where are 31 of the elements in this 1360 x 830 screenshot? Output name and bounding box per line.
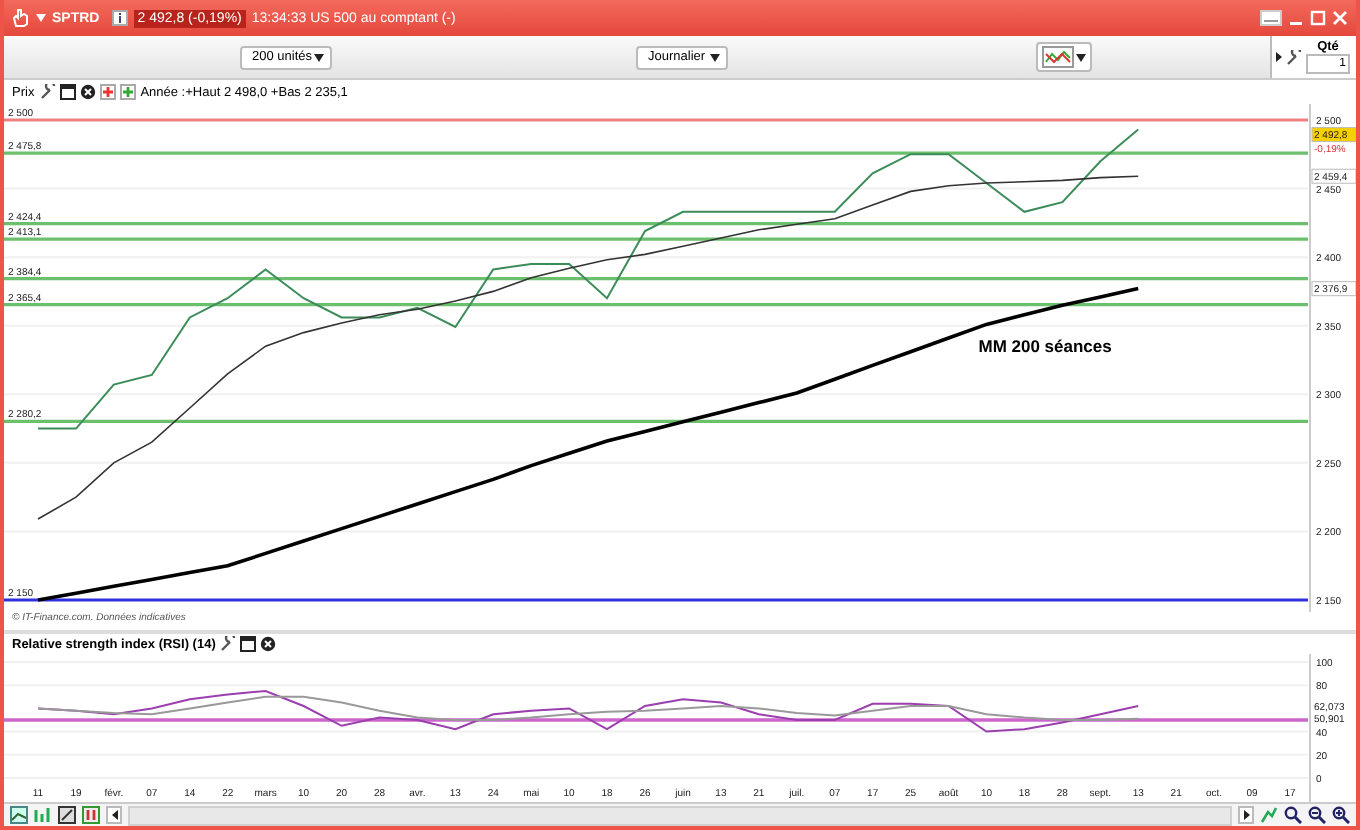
window-icon[interactable] [239,636,256,652]
zoom-icon[interactable] [1284,806,1302,824]
plus-icon[interactable] [120,84,137,100]
wrench-icon[interactable] [40,84,57,100]
bar-chart-icon[interactable] [34,806,52,824]
info-icon[interactable] [111,10,128,26]
chart-annotation: MM 200 séances [978,336,1112,357]
scroll-right-button[interactable] [1238,806,1254,824]
scroll-left-button[interactable] [106,806,122,824]
caret-icon[interactable] [710,53,720,61]
close-icon[interactable] [259,636,276,652]
chart-icon[interactable] [10,806,28,824]
window-icon[interactable] [60,84,77,100]
maximize-icon[interactable] [1310,10,1326,26]
caret-icon[interactable] [1076,53,1086,61]
arrow-icon[interactable] [1243,810,1249,820]
wrench-icon[interactable] [219,636,236,652]
plus-icon[interactable] [100,84,117,100]
close-icon[interactable] [80,84,97,100]
chart-icon[interactable] [1042,46,1074,68]
zoom-in-icon[interactable] [1332,806,1350,824]
hand-icon[interactable] [12,8,30,28]
chart-icon[interactable] [1260,806,1278,824]
scrollbar[interactable] [128,805,1232,825]
zoom-out-icon[interactable] [1308,806,1326,824]
wrench-icon[interactable] [1286,49,1302,65]
chart-icon[interactable] [82,806,100,824]
chart-type-button[interactable] [1036,42,1092,72]
arrow-icon[interactable] [111,810,117,820]
arrow-icon[interactable] [1276,52,1282,62]
caret-icon[interactable] [314,53,324,61]
